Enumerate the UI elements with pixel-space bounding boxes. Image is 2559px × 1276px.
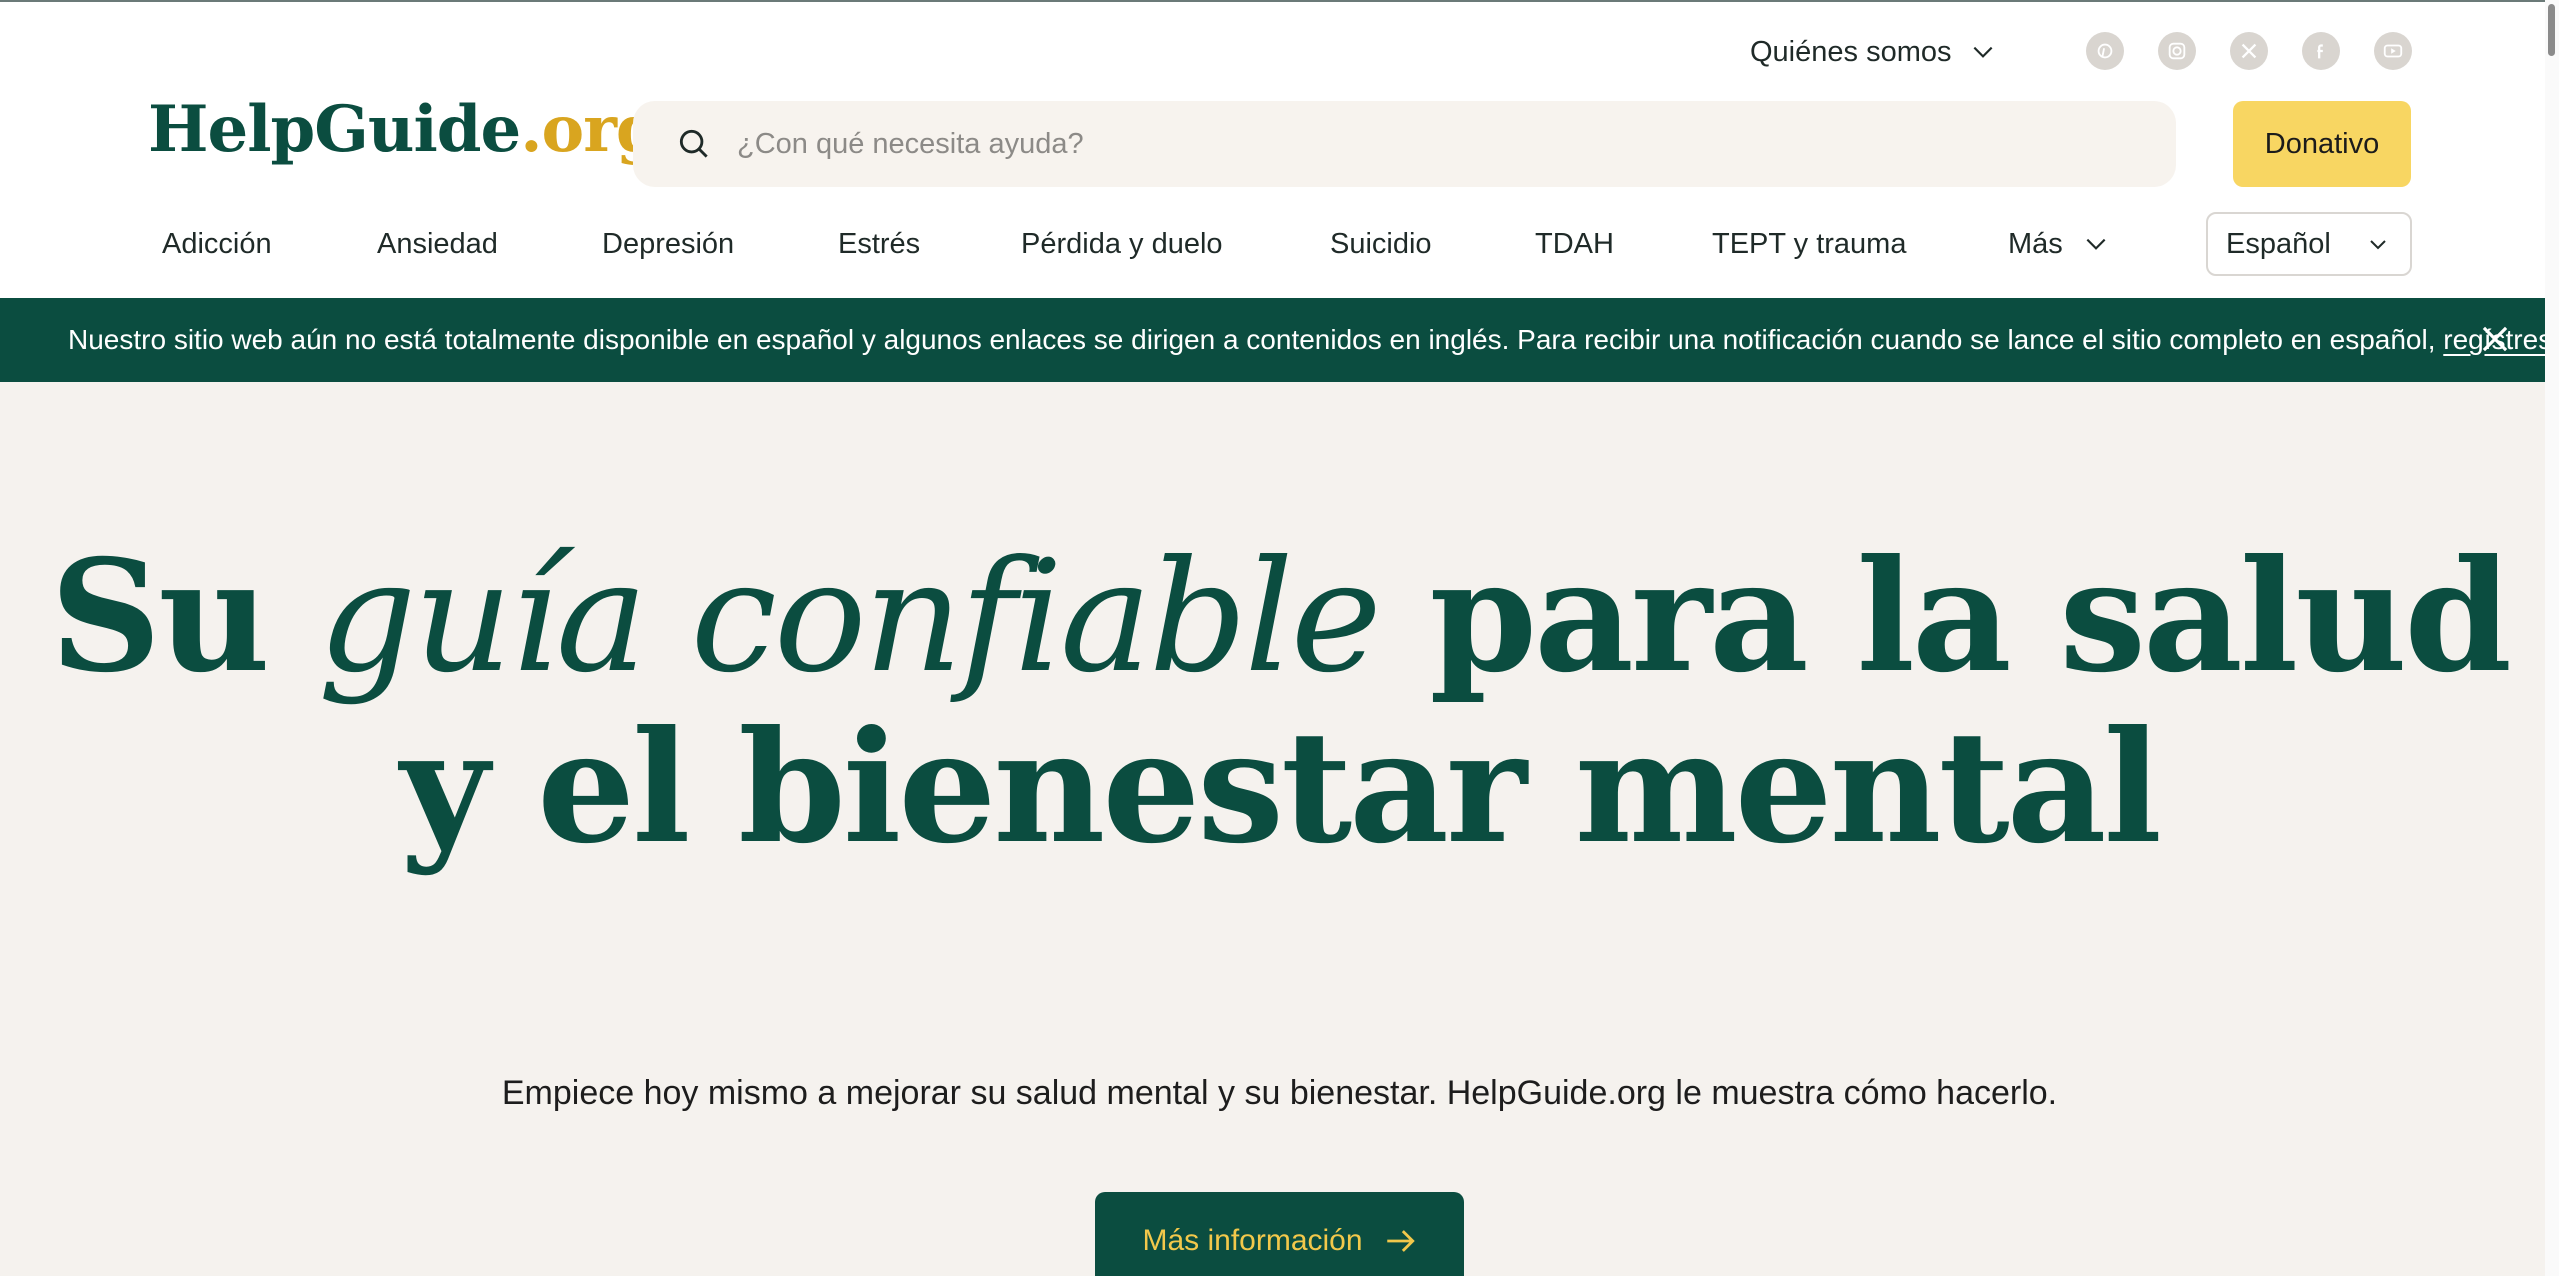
- search-icon: [679, 129, 708, 158]
- nav-item-perdida-duelo[interactable]: Pérdida y duelo: [1021, 212, 1223, 276]
- nav-item-estres[interactable]: Estrés: [838, 212, 920, 276]
- chevron-down-icon: [1973, 46, 1992, 58]
- site-header: Quiénes somos HelpGuide.org Donativo Adi…: [0, 2, 2559, 298]
- x-icon[interactable]: [2230, 32, 2268, 70]
- nav-item-adiccion[interactable]: Adicción: [162, 212, 272, 276]
- logo[interactable]: HelpGuide.org: [148, 98, 661, 162]
- search-bar[interactable]: [633, 101, 2176, 187]
- arrow-right-icon: [1386, 1230, 1415, 1252]
- chevron-down-icon: [2086, 238, 2106, 250]
- nav-item-ansiedad[interactable]: Ansiedad: [377, 212, 498, 276]
- donate-button[interactable]: Donativo: [2233, 101, 2411, 187]
- hero-section: Su guía confiable para la salud y el bie…: [0, 382, 2559, 1276]
- more-info-button[interactable]: Más información: [1095, 1192, 1464, 1276]
- nav-item-depresion[interactable]: Depresión: [602, 212, 734, 276]
- about-dropdown[interactable]: Quiénes somos: [1750, 32, 1996, 72]
- about-label: Quiénes somos: [1750, 35, 1952, 68]
- scrollbar-thumb[interactable]: [2548, 4, 2555, 56]
- close-icon[interactable]: [2476, 320, 2514, 358]
- nav-item-suicidio[interactable]: Suicidio: [1330, 212, 1432, 276]
- pinterest-icon[interactable]: [2086, 32, 2124, 70]
- search-input[interactable]: [737, 127, 2037, 161]
- language-label: Español: [2226, 227, 2331, 260]
- more-info-label: Más información: [1142, 1224, 1363, 1257]
- nav-item-tept-trauma[interactable]: TEPT y trauma: [1712, 212, 1906, 276]
- banner-text: Nuestro sitio web aún no está totalmente…: [68, 324, 2436, 355]
- hero-title: Su guía confiable para la salud y el bie…: [0, 532, 2559, 873]
- chevron-down-icon: [2370, 240, 2386, 250]
- nav-item-mas-label: Más: [2008, 227, 2063, 260]
- instagram-icon[interactable]: [2158, 32, 2196, 70]
- facebook-icon[interactable]: [2302, 32, 2340, 70]
- nav-item-tdah[interactable]: TDAH: [1535, 212, 1614, 276]
- social-links: [2086, 32, 2412, 70]
- hero-title-italic: guía confiable: [317, 528, 1382, 707]
- hero-title-part1: Su: [50, 526, 270, 707]
- nav-item-mas[interactable]: Más: [2008, 212, 2109, 276]
- logo-text-main: HelpGuide: [148, 92, 521, 167]
- hero-subtitle: Empiece hoy mismo a mejorar su salud men…: [501, 1074, 2058, 1112]
- main-nav: Adicción Ansiedad Depresión Estrés Pérdi…: [0, 212, 2559, 276]
- language-notice-banner: Nuestro sitio web aún no está totalmente…: [0, 298, 2559, 382]
- language-select[interactable]: Español: [2206, 212, 2412, 276]
- scrollbar[interactable]: [2545, 0, 2559, 1276]
- youtube-icon[interactable]: [2374, 32, 2412, 70]
